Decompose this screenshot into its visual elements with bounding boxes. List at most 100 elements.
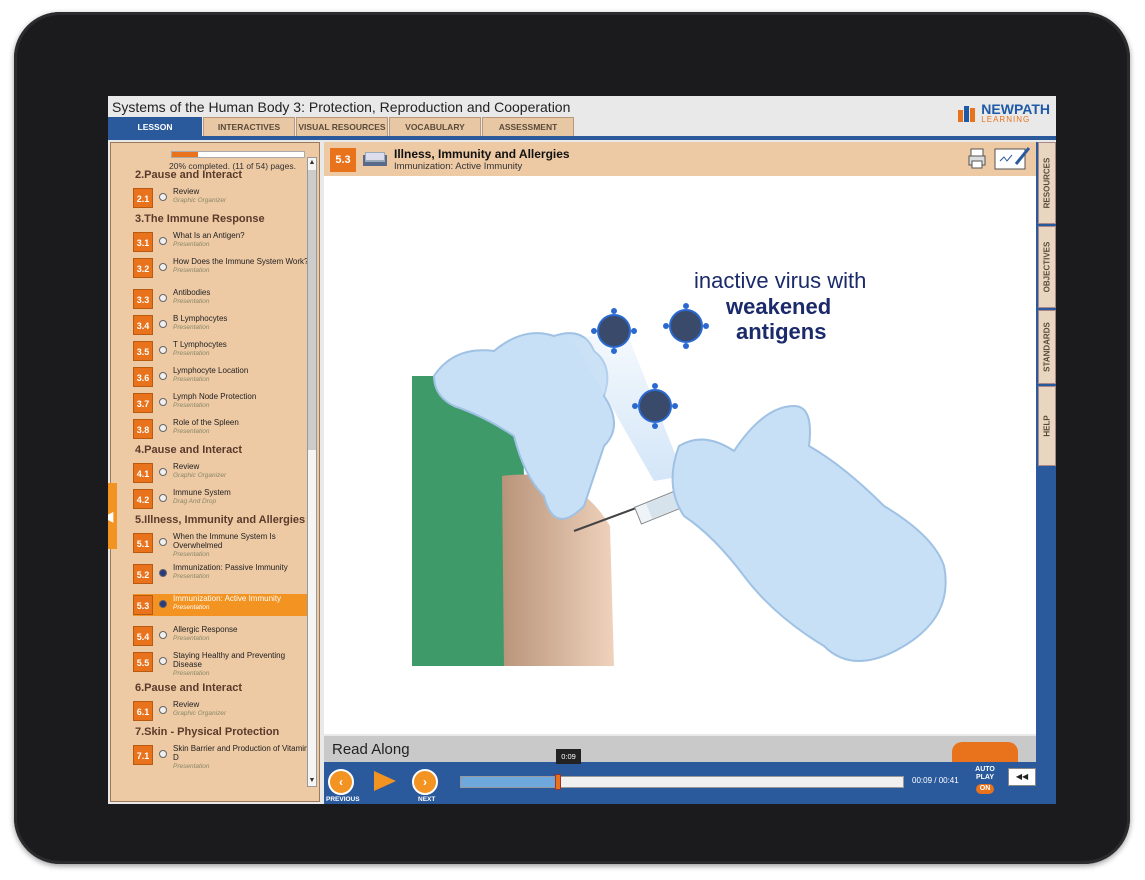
lesson-title: Illness, Immunity and Allergies xyxy=(394,147,570,161)
caption-line-2: weakened xyxy=(726,294,832,319)
status-bullet-icon xyxy=(159,372,167,380)
lesson-item[interactable]: 3.1 What Is an Antigen? Presentation xyxy=(133,231,309,253)
lesson-item-text: How Does the Immune System Work? Presenta… xyxy=(173,257,309,275)
lesson-item[interactable]: 5.3 Immunization: Active Immunity Presenta… xyxy=(133,594,309,616)
sidebar-scrollbar[interactable]: ▲ ▼ xyxy=(307,157,317,787)
caption-line-1: inactive virus with xyxy=(694,268,867,293)
lesson-item[interactable]: 5.5 Staying Healthy and Preventing Diseas… xyxy=(133,651,309,677)
status-bullet-icon xyxy=(159,600,167,608)
lesson-item-text: Immunization: Passive Immunity Presentati… xyxy=(173,563,309,581)
time-readout: 00:09 / 00:41 xyxy=(912,776,959,785)
lesson-item[interactable]: 2.1 Review Graphic Organizer xyxy=(133,187,309,209)
app-screen: Systems of the Human Body 3: Protection,… xyxy=(108,96,1056,804)
status-bullet-icon xyxy=(159,424,167,432)
lesson-item-text: Role of the Spleen Presentation xyxy=(173,418,309,436)
section-heading: 4.Pause and Interact xyxy=(135,444,242,456)
lesson-item[interactable]: 6.1 Review Graphic Organizer xyxy=(133,700,309,722)
lesson-item-type: Presentation xyxy=(173,350,210,357)
lesson-item[interactable]: 4.2 Immune System Drag And Drop xyxy=(133,488,309,510)
lesson-item-number: 2.1 xyxy=(133,188,153,208)
lesson-item-type: Presentation xyxy=(173,324,210,331)
audio-progress-fill xyxy=(461,777,559,787)
lesson-item[interactable]: 3.2 How Does the Immune System Work? Prese… xyxy=(133,257,309,279)
lesson-item-title: Review xyxy=(173,700,200,709)
time-tooltip: 0:09 xyxy=(556,749,581,764)
side-tab-standards[interactable]: STANDARDS xyxy=(1038,310,1056,384)
lesson-item-number: 3.8 xyxy=(133,419,153,439)
autoplay-label: AUTO PLAY xyxy=(975,766,995,781)
slide-illustration: inactive virus with weakened antigens xyxy=(324,176,1036,730)
next-label: NEXT xyxy=(418,796,436,803)
tab-interactives[interactable]: INTERACTIVES xyxy=(203,117,295,136)
lesson-item-text: T Lymphocytes Presentation xyxy=(173,340,309,358)
status-bullet-icon xyxy=(159,398,167,406)
side-tab-objectives[interactable]: OBJECTIVES xyxy=(1038,226,1056,308)
lesson-item-type: Presentation xyxy=(173,241,210,248)
side-tab-help[interactable]: HELP xyxy=(1038,386,1056,466)
lesson-item-text: Staying Healthy and Preventing Disease Pr… xyxy=(173,651,309,678)
lesson-item[interactable]: 3.7 Lymph Node Protection Presentation xyxy=(133,392,309,414)
lesson-item[interactable]: 7.1 Skin Barrier and Production of Vitami… xyxy=(133,744,309,770)
lesson-item-type: Presentation xyxy=(173,670,210,677)
lesson-item-number: 3.2 xyxy=(133,258,153,278)
lesson-item-number: 3.3 xyxy=(133,289,153,309)
lesson-item[interactable]: 3.5 T Lymphocytes Presentation xyxy=(133,340,309,362)
tab-lesson[interactable]: LESSON xyxy=(108,117,202,136)
status-bullet-icon xyxy=(159,631,167,639)
lesson-item[interactable]: 3.6 Lymphocyte Location Presentation xyxy=(133,366,309,388)
lesson-item[interactable]: 5.1 When the Immune System Is Overwhelmed… xyxy=(133,532,309,558)
tab-assessment[interactable]: ASSESSMENT xyxy=(482,117,574,136)
lesson-item-title: T Lymphocytes xyxy=(173,340,227,349)
lesson-item-title: When the Immune System Is Overwhelmed xyxy=(173,532,276,550)
expand-read-along-button[interactable] xyxy=(952,742,1018,764)
lesson-item-number: 5.3 xyxy=(133,595,153,615)
lesson-item-type: Presentation xyxy=(173,298,210,305)
lesson-item-number: 5.4 xyxy=(133,626,153,646)
notes-icon[interactable] xyxy=(994,146,1030,170)
audio-scrubber[interactable]: 0:09 xyxy=(555,749,581,790)
lesson-item[interactable]: 5.4 Allergic Response Presentation xyxy=(133,625,309,647)
print-icon[interactable] xyxy=(968,148,986,170)
lesson-item-type: Presentation xyxy=(173,428,210,435)
lesson-item[interactable]: 5.2 Immunization: Passive Immunity Present… xyxy=(133,563,309,585)
status-bullet-icon xyxy=(159,346,167,354)
lesson-item-title: Lymph Node Protection xyxy=(173,392,257,401)
tab-visual-resources[interactable]: VISUAL RESOURCES xyxy=(296,117,388,136)
lesson-item-title: Review xyxy=(173,187,200,196)
lesson-item-number: 5.5 xyxy=(133,652,153,672)
audio-progress-track[interactable]: 0:09 xyxy=(460,749,904,790)
lesson-item[interactable]: 3.3 Antibodies Presentation xyxy=(133,288,309,310)
side-tabs: RESOURCES OBJECTIVES STANDARDS HELP xyxy=(1038,142,1056,472)
autoplay-toggle[interactable]: AUTO PLAY ON xyxy=(972,766,998,802)
lesson-item[interactable]: 3.4 B Lymphocytes Presentation xyxy=(133,314,309,336)
next-button[interactable]: › xyxy=(412,769,438,795)
scroll-thumb[interactable] xyxy=(308,170,316,450)
lesson-item[interactable]: 4.1 Review Graphic Organizer xyxy=(133,462,309,484)
lesson-item-title: Immune System xyxy=(173,488,231,497)
lesson-item-text: What Is an Antigen? Presentation xyxy=(173,231,309,249)
tab-vocabulary[interactable]: VOCABULARY xyxy=(389,117,481,136)
lesson-content: 5.3 Illness, Immunity and Allergies Immu… xyxy=(324,142,1036,734)
lesson-number: 5.3 xyxy=(330,148,356,172)
play-icon[interactable] xyxy=(374,771,396,791)
collapse-sidebar-button[interactable]: ◀ xyxy=(108,483,117,549)
player-controls: ‹ PREVIOUS › NEXT 0:09 00:09 / 00:41 AUT… xyxy=(324,749,1056,804)
status-bullet-icon xyxy=(159,750,167,758)
lesson-item-text: When the Immune System Is Overwhelmed Pre… xyxy=(173,532,309,559)
scroll-up-icon[interactable]: ▲ xyxy=(308,158,316,168)
side-tab-help-label: HELP xyxy=(1042,415,1052,437)
lesson-sidebar: 20% completed. (11 of 54) pages. 2.Pause… xyxy=(108,142,320,802)
scroll-down-icon[interactable]: ▼ xyxy=(308,776,316,786)
status-bullet-icon xyxy=(159,538,167,546)
side-tab-resources[interactable]: RESOURCES xyxy=(1038,142,1056,224)
lesson-item-type: Graphic Organizer xyxy=(173,197,227,204)
lesson-item-text: Allergic Response Presentation xyxy=(173,625,309,643)
status-bullet-icon xyxy=(159,706,167,714)
lesson-item-title: Skin Barrier and Production of Vitamin D xyxy=(173,744,309,762)
lesson-item-type: Presentation xyxy=(173,402,210,409)
rewind-icon[interactable]: ◀◀ xyxy=(1008,768,1036,786)
lesson-item[interactable]: 3.8 Role of the Spleen Presentation xyxy=(133,418,309,440)
lesson-item-title: B Lymphocytes xyxy=(173,314,228,323)
previous-button[interactable]: ‹ xyxy=(328,769,354,795)
status-bullet-icon xyxy=(159,294,167,302)
